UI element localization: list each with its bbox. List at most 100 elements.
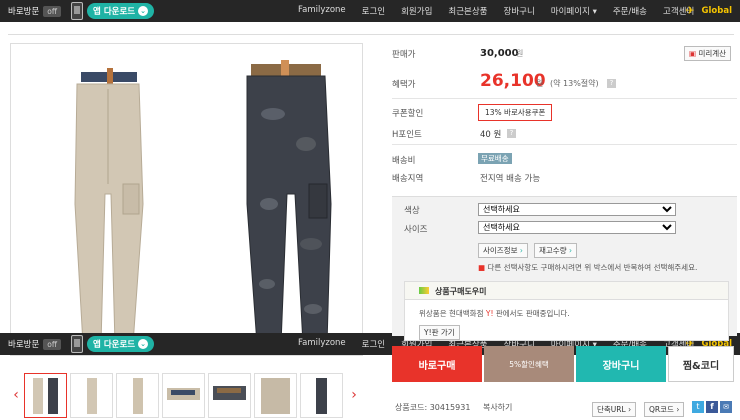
benefit-row: 혜택가 26,100 원 (약 13%절약) ? [392,71,616,91]
shipping-area-value: 전지역 배송 가능 [480,174,541,184]
chevron-down-icon: ⌄ [138,6,149,16]
beige-pants [74,68,144,345]
color-select[interactable]: 선택하세요 [478,203,676,216]
shipping-badge: 무료배송 [478,153,512,164]
thumbnail-image [167,387,200,400]
arrow-right-icon: › [519,246,523,255]
thumbnail-image [33,377,58,414]
coupon-buy-button[interactable]: 5%할인혜택 [484,346,574,382]
quick-visit-label[interactable]: 바로방문 [8,5,39,17]
price-row: 판매가 30,000 원 [392,48,523,60]
coupon-badge[interactable]: 13% 바로사용쿠폰 [478,104,553,121]
thumbnail-image [213,385,246,400]
helper-header: 상품구매도우미 [405,282,728,300]
chevron-right-icon: › [676,405,680,414]
help-icon[interactable]: ? [507,129,516,138]
cart-button[interactable]: 장바구니 [576,346,666,382]
thumbnail-strip: ‹ › [8,372,368,418]
option-notice: ■ 다른 선택사항도 구매하시려면 위 박스에서 반복하여 선택해주세요. [478,262,697,273]
top-nav: Familyzone 로그인 회원가입 최근본상품 장바구니 마이페이지 ▾ 주… [298,5,710,17]
help-icon[interactable]: ? [607,79,616,88]
size-info-button[interactable]: 사이즈정보 › [478,243,528,258]
benefit-label: 혜택가 [392,80,416,90]
helper-text: 위상품은 현대백화점 Y! 판에서도 판매중입니다. [419,308,570,319]
nav-familyzone[interactable]: Familyzone [298,338,346,350]
app-download-label: 앱 다운로드 [93,7,136,17]
top-bar: 바로방문 off 앱 다운로드 ⌄ Familyzone 로그인 회원가입 최근본… [0,0,740,22]
coupon-buy-sub: 5%할인혜택 [509,359,549,369]
app-download-button-sticky[interactable]: 앱 다운로드 ⌄ [87,336,155,352]
qr-code-button[interactable]: QR코드 › [644,402,685,417]
nav-signup[interactable]: 회원가입 [401,5,432,17]
stock-button[interactable]: 재고수량 › [534,243,577,258]
nav-cart[interactable]: 장바구니 [504,5,535,17]
nav-login[interactable]: 로그인 [362,338,385,350]
quick-visit-label-sticky[interactable]: 바로방문 [8,338,39,350]
nav-mypage[interactable]: 마이페이지 ▾ [551,5,597,17]
size-select[interactable]: 선택하세요 [478,221,676,234]
option-notice-text: 다른 선택사항도 구매하시려면 위 박스에서 반복하여 선택해주세요. [487,263,698,272]
divider [8,34,734,35]
product-main-image[interactable] [10,43,363,356]
calc-button-label: 미리계산 [698,49,727,58]
calc-icon: ▣ [689,49,697,58]
wish-button[interactable]: 찜&코디 [668,346,734,382]
points-value: 40 원 [480,130,502,140]
coupon-label: 쿠폰할인 [392,109,424,119]
facebook-icon[interactable]: f [706,401,718,413]
shipping-row: 배송비 무료배송 [392,153,512,166]
price-unit: 원 [516,49,524,58]
color-label: 색상 [404,206,420,216]
code-value: 30415931 [429,403,471,412]
short-url-button[interactable]: 단축URL › [592,402,637,417]
wish-label: 찜&코디 [682,360,720,372]
nav-familyzone[interactable]: Familyzone [298,5,346,17]
phone-icon [71,335,84,353]
pants-image [74,60,332,345]
quick-visit-toggle[interactable]: off [43,5,62,17]
chevron-right-icon: › [628,405,632,414]
price-value: 30,000 [480,48,519,59]
camo-pants [246,60,332,345]
share-icon[interactable]: ✉ [720,401,732,413]
points-row: H포인트 40 원 ? [392,128,516,140]
nav-orders[interactable]: 주문/배송 [613,5,647,17]
prev-arrow-icon[interactable]: ‹ [8,387,24,403]
divider [392,98,737,99]
thumbnail-image [261,377,290,414]
app-download-label: 앱 다운로드 [93,340,136,350]
nav-recent[interactable]: 최근본상품 [448,5,487,17]
thumbnail[interactable] [70,372,113,418]
global-link[interactable]: ✈ Global [686,5,732,17]
quick-visit-toggle-sticky[interactable]: off [43,338,62,350]
thumbnail[interactable] [254,372,297,418]
chevron-down-icon: ⌄ [138,339,149,349]
phone-icon [71,2,84,20]
short-url-label: 단축URL [597,405,626,414]
thumbnail-image [316,377,327,414]
copy-button[interactable]: 복사하기 [483,403,512,412]
nav-login[interactable]: 로그인 [362,5,385,17]
helper-text-tag: Y! [485,309,494,318]
thumbnail[interactable] [300,372,343,418]
shipping-area-label: 배송지역 [392,174,424,184]
buy-now-label: 바로구매 [418,360,456,372]
calc-button[interactable]: ▣ 미리계산 [684,46,732,61]
twitter-icon[interactable]: t [692,401,704,413]
app-download-button[interactable]: 앱 다운로드 ⌄ [87,3,155,19]
helper-link-button[interactable]: Y!판 가기 [419,325,460,340]
bullet-icon: ■ [478,263,486,272]
size-label: 사이즈 [404,225,428,235]
thumbnail[interactable] [208,372,251,418]
next-arrow-icon[interactable]: › [346,387,362,403]
thumbnail[interactable] [162,372,205,418]
airplane-icon: ✈ [685,4,695,17]
thumbnail[interactable] [24,372,67,418]
global-label: Global [701,6,732,16]
cart-label: 장바구니 [602,360,640,372]
shipping-label: 배송비 [392,156,416,166]
product-code: 상품코드: 30415931 복사하기 [395,402,512,413]
divider [392,144,737,145]
thumbnail[interactable] [116,372,159,418]
buy-now-button[interactable]: 바로구매 [392,346,482,382]
